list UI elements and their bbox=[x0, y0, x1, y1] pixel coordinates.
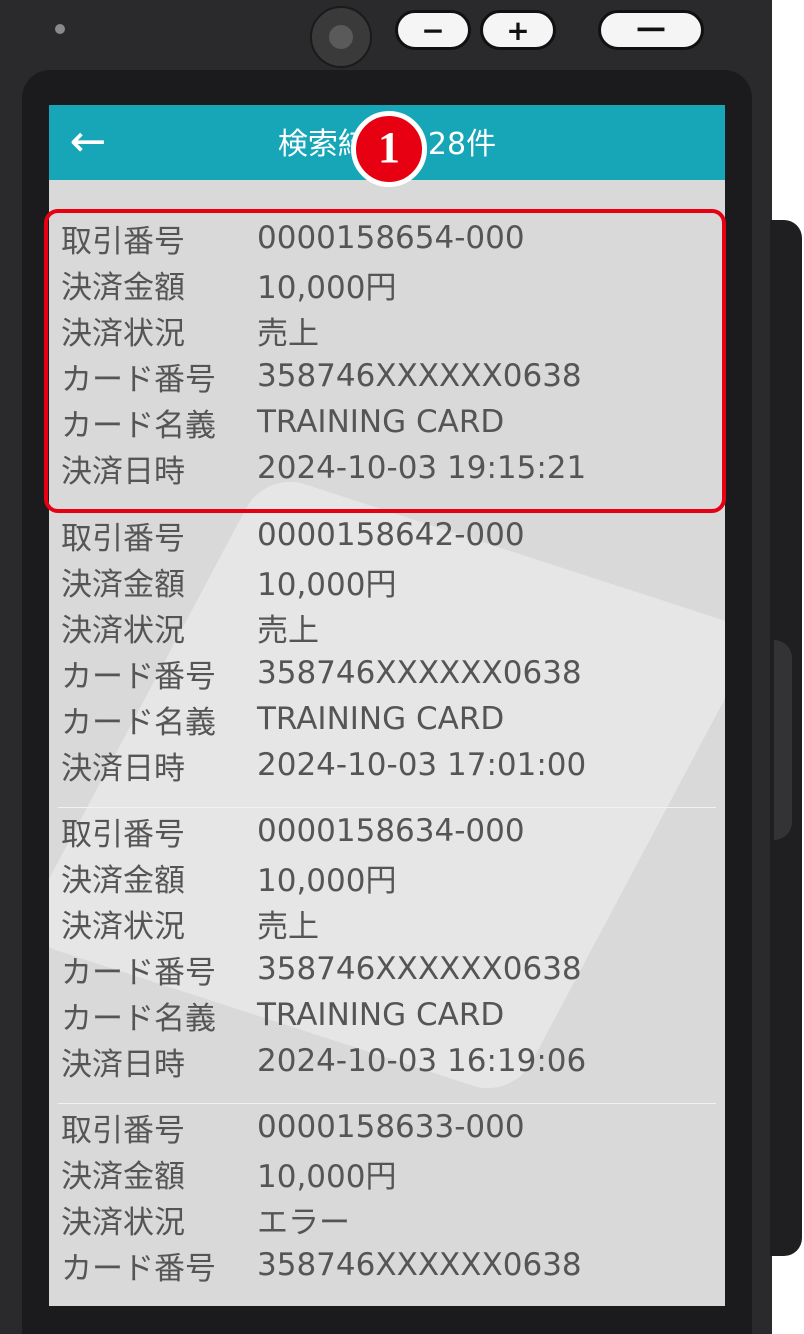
transaction-record[interactable]: 取引番号 0000158633-000 決済金額 10,000円 決済状況 エラー カ… bbox=[58, 1103, 716, 1306]
card-no-row: カード番号 358746XXXXXX0638 bbox=[61, 1242, 716, 1288]
card-no-label: カード番号 bbox=[61, 1250, 216, 1287]
transaction-no-value: 0000158633-000 bbox=[257, 1109, 525, 1145]
card-holder-row: カード名義 TRAINING CARD bbox=[61, 696, 716, 742]
amount-value: 10,000円 bbox=[257, 566, 397, 603]
card-no-row: カード番号 358746XXXXXX0638 bbox=[61, 946, 716, 992]
volume-down-button[interactable]: − bbox=[395, 10, 471, 50]
amount-label: 決済金額 bbox=[61, 1158, 185, 1195]
transaction-no-row: 取引番号 0000158634-000 bbox=[61, 808, 716, 854]
status-row: 決済状況 エラー bbox=[61, 1196, 716, 1242]
transaction-no-value: 0000158642-000 bbox=[257, 517, 525, 553]
amount-row: 決済金額 10,000円 bbox=[61, 854, 716, 900]
transaction-no-row: 取引番号 0000158642-000 bbox=[61, 512, 716, 558]
card-no-label: カード番号 bbox=[61, 954, 216, 991]
volume-up-button[interactable]: + bbox=[480, 10, 556, 50]
card-no-row: カード番号 358746XXXXXX0638 bbox=[61, 650, 716, 696]
amount-label: 決済金額 bbox=[61, 862, 185, 899]
side-button[interactable]: ━━ bbox=[598, 10, 704, 50]
highlight-box bbox=[44, 209, 726, 513]
transaction-record[interactable]: 取引番号 0000158642-000 決済金額 10,000円 決済状況 売上 カー… bbox=[58, 511, 716, 807]
datetime-label: 決済日時 bbox=[61, 1046, 185, 1083]
status-row: 決済状況 売上 bbox=[61, 604, 716, 650]
card-no-label: カード番号 bbox=[61, 658, 216, 695]
card-no-value: 358746XXXXXX0638 bbox=[257, 1247, 582, 1283]
card-holder-label: カード名義 bbox=[61, 1000, 216, 1037]
transaction-no-value: 0000158634-000 bbox=[257, 813, 525, 849]
status-value: 売上 bbox=[257, 908, 319, 945]
card-holder-label: カード名義 bbox=[61, 704, 216, 741]
status-value: 売上 bbox=[257, 612, 319, 649]
datetime-value: 2024-10-03 17:01:00 bbox=[257, 747, 587, 783]
datetime-row: 決済日時 2024-10-03 16:19:06 bbox=[61, 1038, 716, 1084]
amount-row: 決済金額 10,000円 bbox=[61, 558, 716, 604]
card-holder-value: TRAINING CARD bbox=[257, 701, 505, 737]
amount-row: 決済金額 10,000円 bbox=[61, 1150, 716, 1196]
status-row: 決済状況 売上 bbox=[61, 900, 716, 946]
card-holder-value: TRAINING CARD bbox=[257, 997, 505, 1033]
transaction-record[interactable]: 取引番号 0000158634-000 決済金額 10,000円 決済状況 売上 カー… bbox=[58, 807, 716, 1103]
datetime-value: 2024-10-03 16:19:06 bbox=[257, 1043, 587, 1079]
card-no-value: 358746XXXXXX0638 bbox=[257, 655, 582, 691]
card-no-value: 358746XXXXXX0638 bbox=[257, 951, 582, 987]
transaction-no-label: 取引番号 bbox=[61, 1112, 185, 1149]
proximity-sensor bbox=[55, 24, 65, 34]
amount-label: 決済金額 bbox=[61, 566, 185, 603]
transaction-no-row: 取引番号 0000158633-000 bbox=[61, 1104, 716, 1150]
status-label: 決済状況 bbox=[61, 1204, 185, 1241]
status-label: 決済状況 bbox=[61, 612, 185, 649]
camera-icon bbox=[310, 6, 372, 68]
status-value: エラー bbox=[257, 1204, 350, 1241]
device-side-slot bbox=[774, 640, 792, 840]
card-holder-row: カード名義 TRAINING CARD bbox=[61, 992, 716, 1038]
amount-value: 10,000円 bbox=[257, 1158, 397, 1195]
step-marker-badge: 1 bbox=[351, 111, 427, 187]
datetime-row: 決済日時 2024-10-03 17:01:00 bbox=[61, 742, 716, 788]
status-label: 決済状況 bbox=[61, 908, 185, 945]
amount-value: 10,000円 bbox=[257, 862, 397, 899]
datetime-label: 決済日時 bbox=[61, 750, 185, 787]
transaction-no-label: 取引番号 bbox=[61, 520, 185, 557]
transaction-no-label: 取引番号 bbox=[61, 816, 185, 853]
